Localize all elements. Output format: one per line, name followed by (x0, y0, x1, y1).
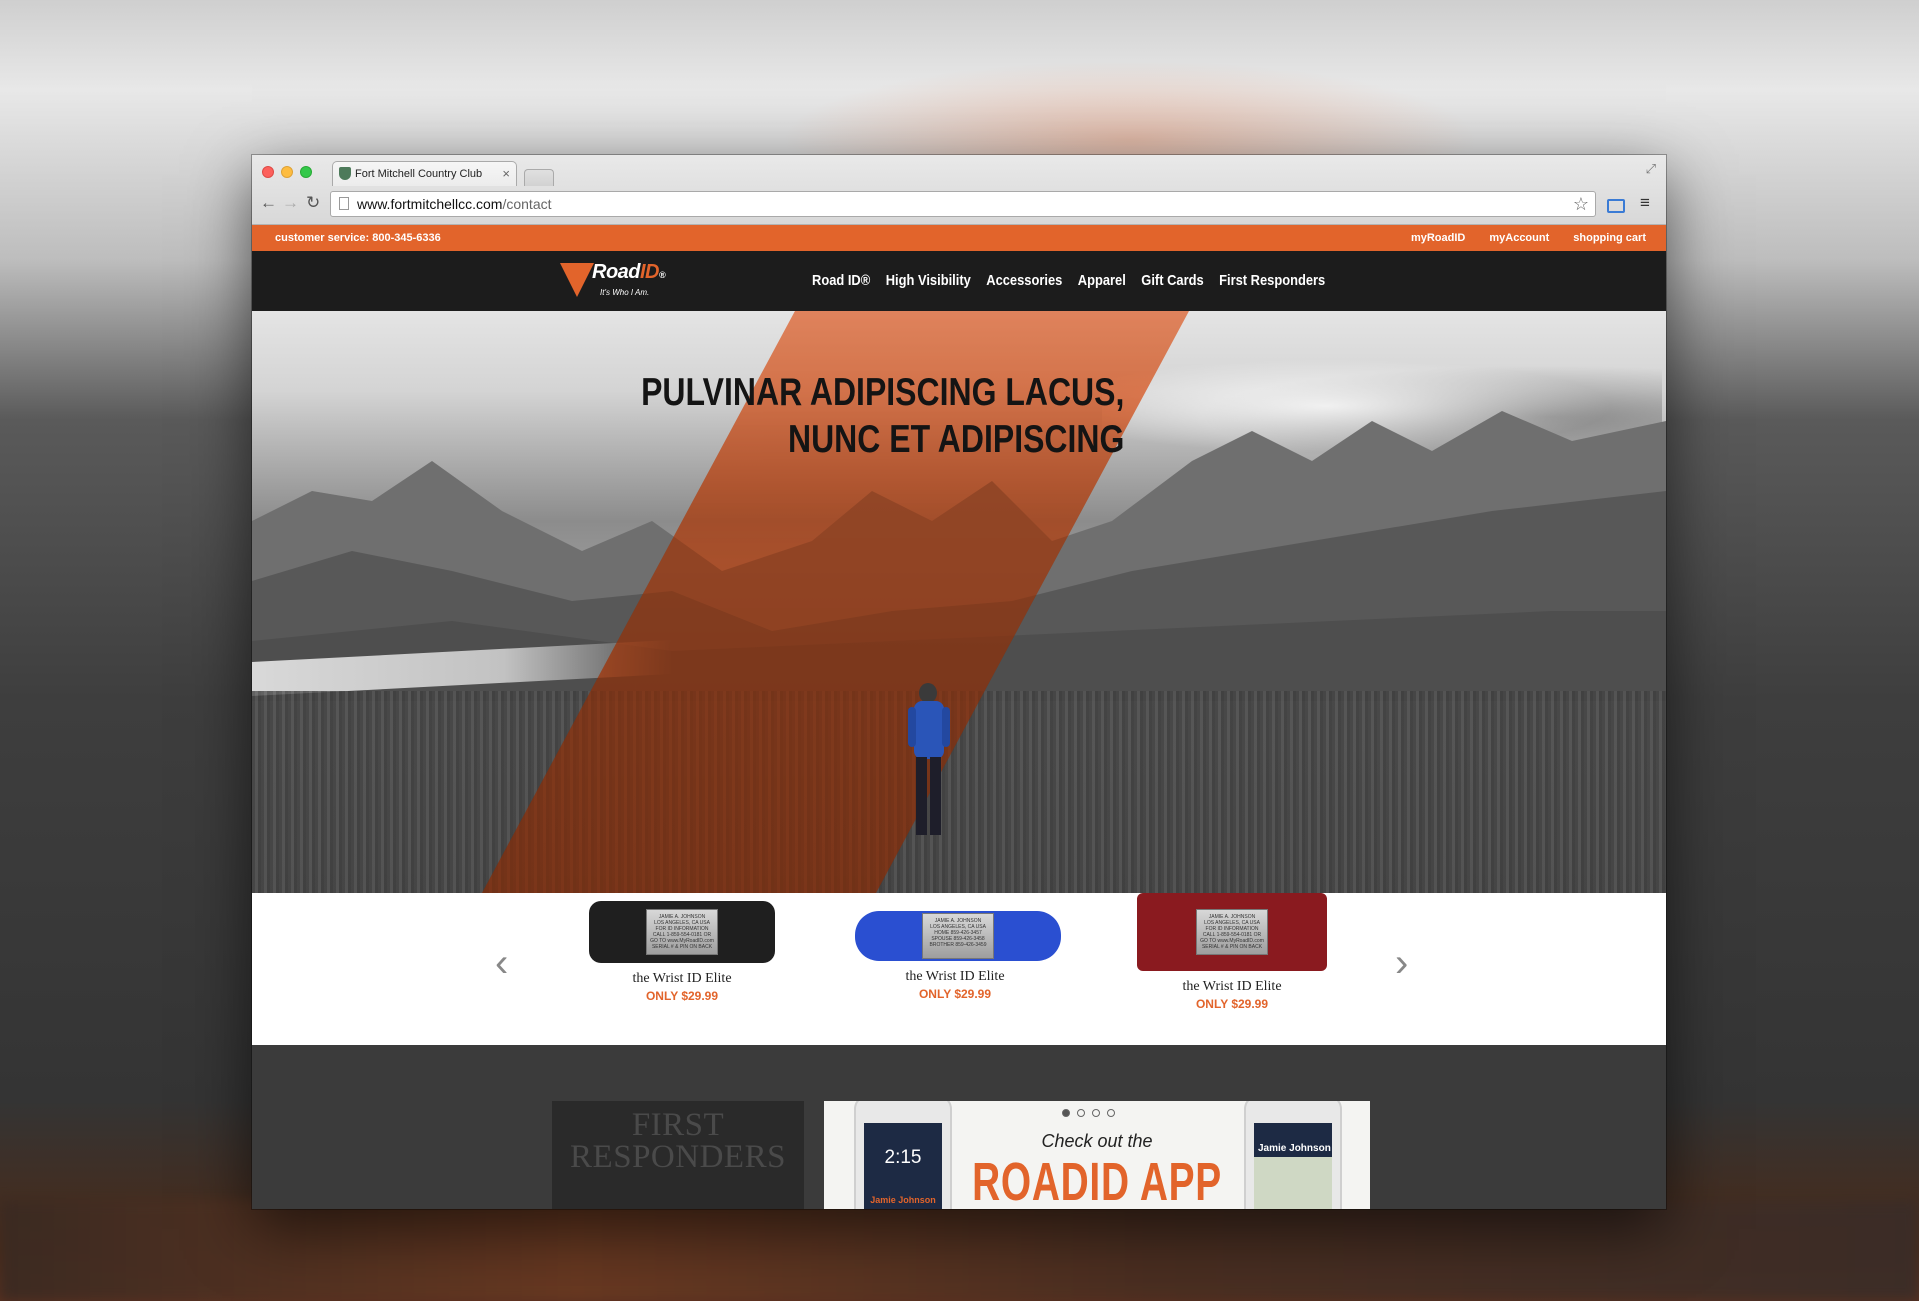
url-path: /contact (502, 196, 552, 212)
product-carousel: ‹ › JAMIE A. JOHNSON LOS ANGELES, CA USA… (252, 893, 1666, 1045)
address-bar[interactable]: www.fortmitchellcc.com/contact ☆ (330, 191, 1596, 217)
club-favicon-icon (339, 167, 351, 180)
maximize-window-button[interactable] (300, 166, 312, 178)
app-banner-subtitle: Check out the (1041, 1131, 1153, 1151)
forward-arrow-icon[interactable]: → (282, 193, 299, 213)
browser-tab[interactable]: Fort Mitchell Country Club × (332, 161, 517, 186)
product-card[interactable]: JAMIE A. JOHNSON LOS ANGELES, CA USA HOM… (855, 911, 1061, 1001)
webpage: customer service: 800-345-6336 myRoadID … (252, 225, 1666, 1209)
first-responders-promo[interactable]: FIRST RESPONDERS (552, 1101, 804, 1209)
logo-tagline: It's Who I Am. (600, 288, 650, 297)
banner-pagination (1062, 1109, 1115, 1117)
back-arrow-icon[interactable]: ← (260, 193, 277, 213)
roadid-app-banner[interactable]: 2:15 Jamie Johnson Jamie Johnson Check o… (824, 1101, 1370, 1209)
hamburger-menu-icon[interactable]: ≡ (1640, 193, 1650, 213)
product-card[interactable]: JAMIE A. JOHNSON LOS ANGELES, CA USA FOR… (1132, 893, 1332, 1011)
nav-item-accessories[interactable]: Accessories (986, 251, 1062, 311)
nav-item-road-id[interactable]: Road ID® (812, 251, 870, 311)
wristband-image: JAMIE A. JOHNSON LOS ANGELES, CA USA FOR… (1137, 893, 1327, 971)
background-blur (0, 1200, 1919, 1301)
hiker-figure (908, 683, 950, 835)
carousel-prev-arrow-icon[interactable]: ‹ (495, 941, 508, 986)
customer-service-text: customer service: 800-345-6336 (275, 232, 441, 244)
primary-nav: Road ID® High Visibility Accessories App… (812, 251, 1325, 311)
bookmark-star-icon[interactable]: ☆ (1573, 192, 1589, 216)
logo-wordmark: RoadID® (592, 261, 666, 283)
pagination-dot[interactable] (1107, 1109, 1115, 1117)
url-host: www.fortmitchellcc.com (357, 196, 503, 212)
nav-item-apparel[interactable]: Apparel (1078, 251, 1126, 311)
engraved-plate: JAMIE A. JOHNSON LOS ANGELES, CA USA FOR… (1196, 909, 1268, 955)
hero-headline: PULVINAR ADIPISCING LACUS, NUNC ET ADIPI… (640, 371, 1124, 461)
nav-item-high-visibility[interactable]: High Visibility (886, 251, 971, 311)
product-price: ONLY $29.99 (645, 989, 719, 1003)
product-card[interactable]: JAMIE A. JOHNSON LOS ANGELES, CA USA FOR… (582, 901, 782, 1003)
new-tab-button[interactable] (524, 169, 554, 186)
roadid-shield-icon (560, 263, 594, 297)
page-icon (339, 197, 349, 210)
app-banner-title: ROADID APP (972, 1152, 1222, 1209)
browser-window: Fort Mitchell Country Club × ⤢ ← → ↻ www… (252, 155, 1666, 1209)
product-price: ONLY $29.99 (918, 987, 992, 1001)
nav-item-first-responders[interactable]: First Responders (1219, 251, 1325, 311)
product-price: ONLY $29.99 (1195, 997, 1269, 1011)
tab-close-icon[interactable]: × (502, 162, 510, 186)
wristband-image: JAMIE A. JOHNSON LOS ANGELES, CA USA FOR… (589, 901, 775, 963)
nav-item-gift-cards[interactable]: Gift Cards (1141, 251, 1203, 311)
close-window-button[interactable] (262, 166, 274, 178)
hero-banner: PULVINAR ADIPISCING LACUS, NUNC ET ADIPI… (252, 311, 1666, 893)
main-navbar: RoadID® It's Who I Am. Road ID® High Vis… (252, 251, 1666, 311)
roadid-logo[interactable]: RoadID® It's Who I Am. (560, 261, 680, 301)
pagination-dot[interactable] (1062, 1109, 1070, 1117)
fullscreen-icon[interactable]: ⤢ (1646, 161, 1656, 177)
minimize-window-button[interactable] (281, 166, 293, 178)
engraved-plate: JAMIE A. JOHNSON LOS ANGELES, CA USA FOR… (646, 909, 718, 955)
promo-section: FIRST RESPONDERS 2:15 Jamie Johnson Jami… (252, 1045, 1666, 1209)
cast-icon[interactable] (1607, 199, 1625, 213)
wristband-image: JAMIE A. JOHNSON LOS ANGELES, CA USA HOM… (855, 911, 1061, 961)
browser-toolbar: Fort Mitchell Country Club × ⤢ ← → ↻ www… (252, 155, 1666, 225)
pagination-dot[interactable] (1092, 1109, 1100, 1117)
pagination-dot[interactable] (1077, 1109, 1085, 1117)
my-account-link[interactable]: myAccount (1489, 225, 1549, 251)
tab-title: Fort Mitchell Country Club (355, 168, 483, 180)
my-roadid-link[interactable]: myRoadID (1411, 225, 1465, 251)
carousel-next-arrow-icon[interactable]: › (1395, 941, 1408, 986)
utility-bar: customer service: 800-345-6336 myRoadID … (252, 225, 1666, 251)
product-name: the Wrist ID Elite (905, 969, 1005, 984)
product-name: the Wrist ID Elite (1182, 979, 1282, 994)
utility-links: myRoadID myAccount shopping cart (1411, 225, 1646, 251)
shopping-cart-link[interactable]: shopping cart (1573, 225, 1646, 251)
product-name: the Wrist ID Elite (632, 971, 732, 986)
reload-icon[interactable]: ↻ (306, 193, 320, 213)
engraved-plate: JAMIE A. JOHNSON LOS ANGELES, CA USA HOM… (922, 913, 994, 959)
